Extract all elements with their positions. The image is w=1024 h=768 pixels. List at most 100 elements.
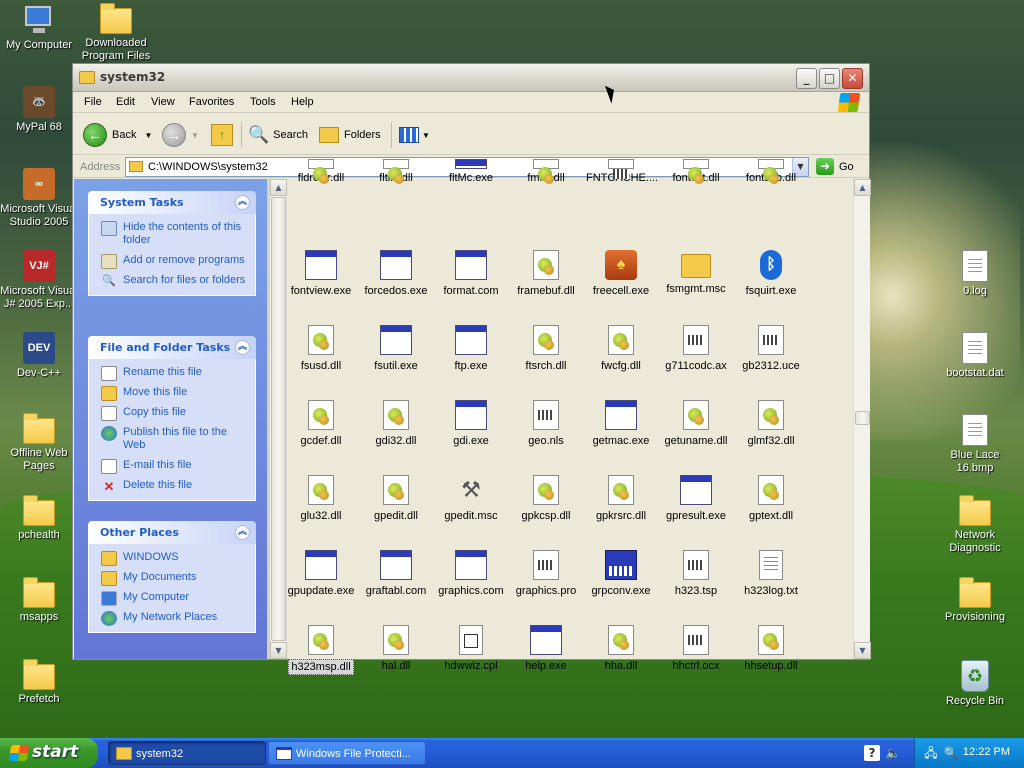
taskbar-item-system32[interactable]: system32 [108, 741, 266, 765]
collapse-icon[interactable]: ︽ [235, 195, 250, 210]
file-item[interactable]: glu32.dll [284, 475, 358, 523]
file-item[interactable]: format.com [434, 250, 508, 298]
file-item[interactable]: gcdef.dll [284, 400, 358, 448]
collapse-icon[interactable]: ︽ [235, 525, 250, 540]
file-item[interactable]: hha.dll [584, 625, 658, 673]
file-item[interactable]: hdwwiz.cpl [434, 625, 508, 673]
file-item[interactable]: ♠ freecell.exe [584, 250, 658, 298]
desktop-icon-my-computer[interactable]: My Computer [0, 4, 78, 52]
task-copy-file[interactable]: Copy this file [101, 406, 249, 421]
desktop-icon-blue-lace[interactable]: Blue Lace 16.bmp [936, 414, 1014, 475]
file-item[interactable]: fontext.dll [659, 159, 733, 185]
search-tray-icon[interactable]: 🔍 [943, 745, 959, 761]
system-tasks-header[interactable]: System Tasks ︽ [88, 191, 256, 214]
menu-tools[interactable]: Tools [250, 96, 276, 108]
file-item[interactable]: hal.dll [359, 625, 433, 673]
forward-button[interactable]: → ▼ [162, 122, 199, 148]
help-icon[interactable]: ? [864, 745, 880, 761]
task-publish-to-web[interactable]: Publish this file to the Web [101, 426, 249, 452]
scroll-up-button[interactable]: ▲ [854, 179, 871, 196]
file-item[interactable]: ⚒ gpedit.msc [434, 475, 508, 523]
taskbar-item-windows-file-protection[interactable]: Windows File Protecti... [268, 741, 426, 765]
file-item[interactable]: ftp.exe [434, 325, 508, 373]
file-item[interactable]: fltlib.dll [359, 159, 433, 185]
file-item[interactable]: gpkcsp.dll [509, 475, 583, 523]
file-item[interactable]: framebuf.dll [509, 250, 583, 298]
desktop-icon-visual-jsharp[interactable]: VJ# Microsoft Visual J# 2005 Exp... [0, 250, 78, 311]
collapse-icon[interactable]: ︽ [235, 340, 250, 355]
file-item[interactable]: ftsrch.dll [509, 325, 583, 373]
file-item[interactable]: ᛒ fsquirt.exe [734, 250, 808, 298]
file-item[interactable]: forcedos.exe [359, 250, 433, 298]
views-button[interactable]: ▼ [399, 122, 430, 148]
file-list-scrollbar[interactable]: ▲ ▼ [853, 179, 871, 659]
menu-edit[interactable]: Edit [116, 96, 135, 108]
file-item[interactable]: g711codc.ax [659, 325, 733, 373]
go-button[interactable]: ➜ Go [816, 158, 854, 175]
other-places-header[interactable]: Other Places ︽ [88, 521, 256, 544]
folders-button[interactable]: Folders [319, 122, 381, 148]
file-item[interactable]: FNTCACHE.... [584, 159, 658, 185]
minimize-button[interactable]: _ [796, 68, 817, 89]
place-my-network-places[interactable]: My Network Places [101, 611, 249, 626]
close-button[interactable]: ✕ [842, 68, 863, 89]
desktop-icon-bootstat[interactable]: bootstat.dat [936, 332, 1014, 380]
file-item[interactable]: fontview.exe [284, 250, 358, 298]
desktop-icon-mypal[interactable]: 🦝 MyPal 68 [0, 86, 78, 134]
file-item[interactable]: gptext.dll [734, 475, 808, 523]
task-rename-file[interactable]: Rename this file [101, 366, 249, 381]
start-button[interactable]: start [0, 738, 98, 768]
task-email-file[interactable]: E-mail this file [101, 459, 249, 474]
desktop-icon-visual-studio[interactable]: ∞ Microsoft Visual Studio 2005 [0, 168, 78, 229]
file-item[interactable]: getuname.dll [659, 400, 733, 448]
file-item[interactable]: fwcfg.dll [584, 325, 658, 373]
place-my-computer[interactable]: My Computer [101, 591, 249, 606]
speaker-icon[interactable]: 🔈 [885, 745, 901, 761]
file-item[interactable]: fmifs.dll [509, 159, 583, 185]
desktop-icon-downloaded-program-files[interactable]: Downloaded Program Files [77, 3, 155, 63]
task-delete-file[interactable]: ✕ Delete this file [101, 479, 249, 494]
desktop-icon-provisioning[interactable]: Provisioning [936, 577, 1014, 624]
task-search-files[interactable]: 🔍 Search for files or folders [101, 274, 249, 287]
file-item[interactable]: graphics.pro [509, 550, 583, 598]
scroll-thumb[interactable] [855, 411, 870, 425]
up-folder-button[interactable]: ↑ [211, 122, 233, 148]
file-item[interactable]: gpedit.dll [359, 475, 433, 523]
file-item[interactable]: hhctrl.ocx [659, 625, 733, 673]
back-button[interactable]: ← Back ▼ [83, 122, 152, 148]
file-item[interactable]: gpresult.exe [659, 475, 733, 523]
task-add-remove-programs[interactable]: Add or remove programs [101, 254, 249, 269]
file-item[interactable]: h323.tsp [659, 550, 733, 598]
menu-favorites[interactable]: Favorites [189, 96, 234, 108]
scroll-down-button[interactable]: ▼ [854, 642, 871, 659]
file-folder-tasks-header[interactable]: File and Folder Tasks ︽ [88, 336, 256, 359]
place-windows[interactable]: WINDOWS [101, 551, 249, 566]
maximize-button[interactable]: □ [819, 68, 840, 89]
menu-file[interactable]: File [84, 96, 102, 108]
file-item[interactable]: graphics.com [434, 550, 508, 598]
file-item[interactable]: grpconv.exe [584, 550, 658, 598]
menu-view[interactable]: View [151, 96, 175, 108]
file-item[interactable]: h323log.txt [734, 550, 808, 598]
file-item[interactable]: h323msp.dll [284, 625, 358, 675]
file-item[interactable]: getmac.exe [584, 400, 658, 448]
file-item[interactable]: fsusd.dll [284, 325, 358, 373]
desktop-icon-offline-web-pages[interactable]: Offline Web Pages [0, 413, 78, 473]
task-hide-folder-contents[interactable]: Hide the contents of this folder [101, 221, 249, 247]
file-item[interactable]: graftabl.com [359, 550, 433, 598]
file-item[interactable]: hhsetup.dll [734, 625, 808, 673]
desktop-icon-recycle-bin[interactable]: ♻ Recycle Bin [936, 660, 1014, 708]
desktop-icon-0-log[interactable]: 0.log [936, 250, 1014, 298]
desktop-icon-dev-cpp[interactable]: DEV Dev-C++ [0, 332, 78, 380]
file-item[interactable]: fsmgmt.msc [659, 250, 733, 296]
network-tray-icon[interactable]: 🖧 [923, 745, 939, 761]
task-move-file[interactable]: Move this file [101, 386, 249, 401]
file-item[interactable]: fldrclnr.dll [284, 159, 358, 185]
file-item[interactable]: fltMc.exe [434, 159, 508, 185]
file-item[interactable]: fontsub.dll [734, 159, 808, 185]
file-item[interactable]: gpupdate.exe [284, 550, 358, 598]
file-item[interactable]: gpkrsrc.dll [584, 475, 658, 523]
file-item[interactable]: glmf32.dll [734, 400, 808, 448]
title-bar[interactable]: system32 _ □ ✕ [73, 64, 869, 92]
desktop-icon-pchealth[interactable]: pchealth [0, 495, 78, 542]
